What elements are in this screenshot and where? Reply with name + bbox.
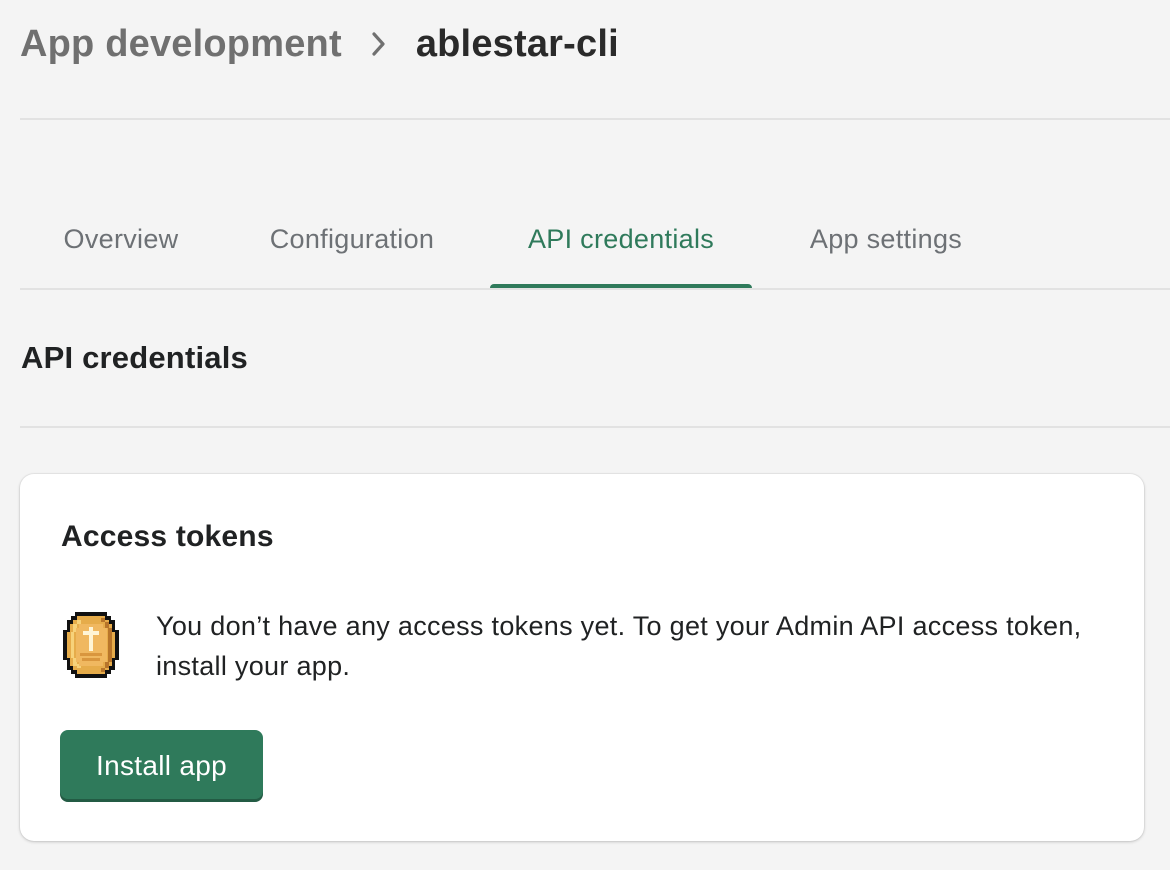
card-title: Access tokens xyxy=(61,520,274,553)
gold-coin-icon xyxy=(61,610,121,680)
page-title: ablestar-cli xyxy=(415,22,619,65)
empty-state-message: You don’t have any access tokens yet. To… xyxy=(156,611,1082,681)
tab-bar: Overview Configuration API credentials A… xyxy=(20,190,1170,290)
tab-label: Configuration xyxy=(269,223,435,254)
tab-overview[interactable]: Overview xyxy=(20,190,222,288)
section-divider xyxy=(20,426,1170,428)
tab-api-credentials[interactable]: API credentials xyxy=(490,190,752,290)
tab-label: API credentials xyxy=(527,223,715,254)
tab-configuration[interactable]: Configuration xyxy=(222,190,482,288)
install-app-button[interactable]: Install app xyxy=(60,730,263,802)
section-title: API credentials xyxy=(21,340,248,375)
chevron-right-icon xyxy=(342,30,416,58)
header-divider xyxy=(20,118,1170,120)
access-tokens-card: Access tokens You don’t have any access … xyxy=(20,474,1144,841)
app-credentials-page: App development ablestar-cli Overview Co… xyxy=(0,0,1170,870)
tab-label: Overview xyxy=(63,223,179,254)
tab-app-settings[interactable]: App settings xyxy=(780,190,992,288)
tabs-divider xyxy=(20,288,1170,290)
breadcrumb-parent-link[interactable]: App development xyxy=(20,23,342,66)
breadcrumb: App development ablestar-cli xyxy=(20,18,619,70)
empty-state: You don’t have any access tokens yet. To… xyxy=(61,606,1104,686)
tab-label: App settings xyxy=(809,223,963,254)
